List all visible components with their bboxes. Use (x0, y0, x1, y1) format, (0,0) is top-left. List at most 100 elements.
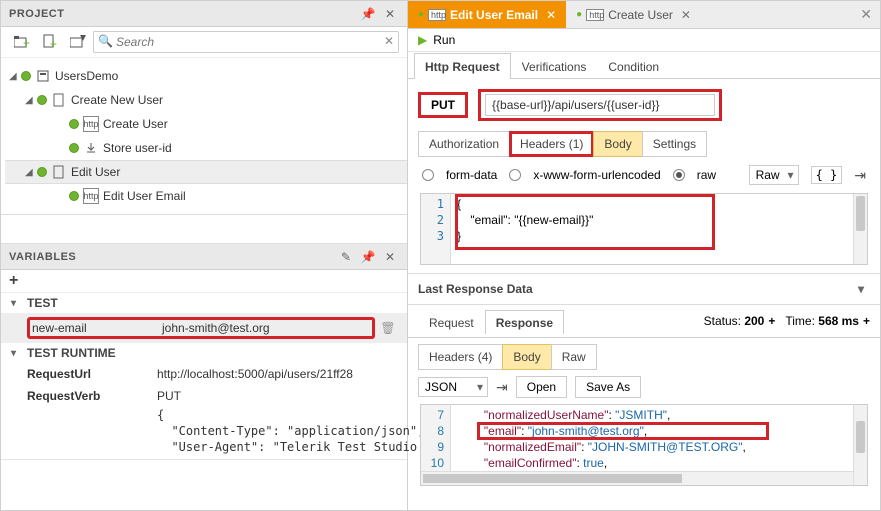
raw-type-select[interactable]: Raw (749, 165, 799, 185)
tree-label: Create User (103, 117, 168, 131)
pin-icon[interactable]: 📌 (359, 5, 377, 23)
tree-folder-create[interactable]: ◢ Create New User (5, 88, 407, 112)
new-file-icon[interactable]: + (41, 33, 59, 51)
chevron-down-icon[interactable]: ◢ (25, 95, 37, 106)
tree-folder-edit[interactable]: ◢ Edit User (5, 160, 407, 184)
play-icon[interactable]: ▶ (418, 33, 427, 47)
variable-key: new-email (32, 321, 162, 335)
tree-root[interactable]: ◢ UsersDemo (5, 64, 407, 88)
status-value: 200 (744, 314, 764, 328)
var-group-runtime[interactable]: ▾TEST RUNTIME (1, 343, 407, 363)
editor-tabbar: ● http Edit User Email ✕ ● http Create U… (408, 1, 880, 29)
runtime-row-url: RequestUrl http://localhost:5000/api/use… (1, 363, 407, 385)
http-method-select[interactable]: PUT (418, 92, 468, 118)
scrollbar-vertical[interactable] (853, 194, 867, 264)
close-tab-icon[interactable]: ✕ (546, 8, 556, 22)
expand-status-icon[interactable]: + (768, 314, 775, 328)
status-dot-icon (69, 191, 79, 201)
edit-icon[interactable]: ✎ (337, 248, 355, 266)
radio-raw[interactable] (673, 169, 685, 181)
close-icon[interactable]: ✕ (381, 5, 399, 23)
scrollbar-vertical[interactable] (853, 405, 867, 485)
subtab-condition[interactable]: Condition (597, 53, 670, 79)
project-toolbar: + + ▾ 🔍 ✕ (1, 27, 407, 58)
search-icon: 🔍 (98, 34, 113, 48)
radio-label: x-www-form-urlencoded (533, 168, 660, 182)
http-icon: http (83, 116, 99, 132)
status-dot-icon: ● (576, 9, 582, 20)
tab-label: Edit User Email (450, 8, 538, 22)
scrollbar-horizontal[interactable] (421, 471, 853, 485)
tree-label: Create New User (71, 93, 163, 107)
runtime-key: RequestUrl (27, 367, 157, 381)
braces-icon[interactable]: { } (811, 166, 843, 184)
subtab-settings[interactable]: Settings (642, 131, 707, 157)
variable-row[interactable]: new-email john-smith@test.org 🗑 (1, 313, 407, 343)
resp-subtab-headers[interactable]: Headers (4) (418, 344, 503, 370)
pin-icon[interactable]: 📌 (359, 248, 377, 266)
subtab-authorization[interactable]: Authorization (418, 131, 510, 157)
variables-list: + ▾TEST new-email john-smith@test.org 🗑 … (1, 270, 407, 460)
close-all-icon[interactable]: ✕ (852, 6, 880, 23)
chevron-down-icon[interactable]: ▾ (852, 280, 870, 298)
chevron-down-icon[interactable]: ◢ (9, 71, 21, 82)
variables-panel-header: VARIABLES ✎ 📌 ✕ (1, 244, 407, 270)
tab-create-user[interactable]: ● http Create User ✕ (566, 1, 701, 28)
var-group-label: TEST (27, 296, 58, 310)
tab-label: Create User (608, 8, 673, 22)
response-tab-row: Request Response Status: 200+ Time: 568 … (408, 305, 880, 338)
editor-gutter: 123 (421, 194, 451, 264)
tree-item-store-userid[interactable]: Store user-id (5, 136, 407, 160)
run-button[interactable]: Run (433, 33, 455, 47)
url-input[interactable] (485, 94, 715, 116)
subtab-headers[interactable]: Headers (1) (509, 131, 594, 157)
chevron-down-icon: ▾ (11, 298, 23, 309)
resp-tab-response[interactable]: Response (485, 310, 564, 334)
trash-icon[interactable]: 🗑 (379, 319, 397, 337)
request-subtabs: Http Request Verifications Condition (408, 52, 880, 79)
download-icon (83, 140, 99, 156)
new-folder-icon[interactable]: + (13, 33, 31, 51)
wrap-icon[interactable]: ⇥ (854, 167, 866, 184)
radio-form-data[interactable] (422, 169, 434, 181)
import-icon[interactable]: ▾ (69, 33, 87, 51)
radio-xwww[interactable] (509, 169, 521, 181)
svg-text:▾: ▾ (80, 35, 86, 44)
radio-label: raw (697, 168, 716, 182)
request-body-editor[interactable]: 123 { "email": "{{new-email}}" } (420, 193, 868, 265)
chevron-down-icon: ▾ (11, 348, 23, 359)
save-as-button[interactable]: Save As (575, 376, 641, 398)
tree-item-edit-email[interactable]: http Edit User Email (5, 184, 407, 208)
editor-code[interactable]: { "email": "{{new-email}}" } (451, 194, 867, 246)
project-icon (35, 68, 51, 84)
resp-tab-request[interactable]: Request (418, 310, 485, 334)
close-tab-icon[interactable]: ✕ (681, 8, 691, 22)
project-search: 🔍 ✕ (93, 31, 399, 53)
response-body-editor[interactable]: 78910 "normalizedUserName": "JSMITH", "e… (420, 404, 868, 486)
resp-subtab-raw[interactable]: Raw (551, 344, 597, 370)
close-icon[interactable]: ✕ (381, 248, 399, 266)
status-dot-icon (69, 143, 79, 153)
open-button[interactable]: Open (516, 376, 567, 398)
time-label: Time: (785, 314, 815, 328)
tree-label: Edit User (71, 165, 120, 179)
search-input[interactable] (93, 31, 399, 53)
chevron-down-icon[interactable]: ◢ (25, 167, 37, 178)
file-icon (51, 164, 67, 180)
resp-subtab-body[interactable]: Body (502, 344, 551, 370)
var-group-test[interactable]: ▾ TEST (1, 293, 407, 313)
wrap-icon[interactable]: ⇥ (496, 379, 508, 396)
tree-label: Edit User Email (103, 189, 186, 203)
variable-value: john-smith@test.org (162, 321, 370, 335)
subtab-body[interactable]: Body (593, 131, 642, 157)
tab-edit-user-email[interactable]: ● http Edit User Email ✕ (408, 1, 566, 28)
subtab-http-request[interactable]: Http Request (414, 53, 511, 79)
response-format-select[interactable]: JSON (418, 377, 488, 397)
clear-search-icon[interactable]: ✕ (384, 34, 394, 48)
tree-item-create-user[interactable]: http Create User (5, 112, 407, 136)
expand-time-icon[interactable]: + (863, 314, 870, 328)
status-dot-icon (21, 71, 31, 81)
add-variable-button[interactable]: + (1, 270, 407, 293)
runtime-value: PUT (157, 389, 397, 403)
subtab-verifications[interactable]: Verifications (511, 53, 598, 79)
